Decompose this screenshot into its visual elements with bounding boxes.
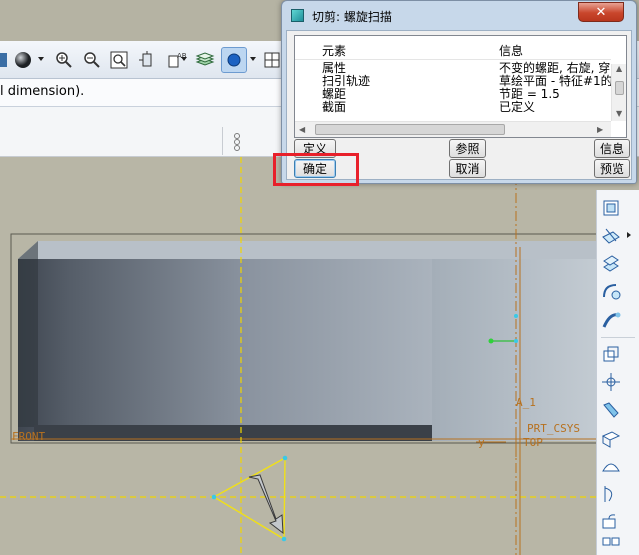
model-front-face	[18, 259, 432, 441]
model-top-face	[18, 241, 602, 259]
draft-icon[interactable]	[600, 483, 622, 505]
sash-grip-icon[interactable]	[231, 131, 243, 153]
display-style-icon[interactable]	[221, 47, 247, 73]
direction-arrow-icon	[248, 474, 284, 535]
extrude-icon[interactable]	[600, 253, 622, 275]
shading-icon[interactable]	[13, 49, 33, 71]
dialog-titlebar[interactable]: 切剪: 螺旋扫描 ✕	[282, 1, 636, 31]
element-name: 截面	[322, 100, 347, 114]
scroll-up-icon[interactable]: ▲	[616, 64, 622, 73]
zoom-out-icon[interactable]	[82, 49, 102, 71]
toolbar-left-edge-icon[interactable]	[0, 49, 8, 71]
scroll-left-icon[interactable]: ◀	[299, 125, 305, 134]
refit-icon[interactable]	[109, 49, 129, 71]
element-list[interactable]: 元素 信息 属性 不变的螺距, 右旋, 穿 扫引轨迹 草绘平面 - 特征#1的 …	[294, 35, 627, 138]
shading-dropdown-icon[interactable]	[38, 57, 44, 61]
column-header-element[interactable]: 元素	[322, 42, 346, 59]
horizontal-scrollbar[interactable]: ◀ ▶	[295, 121, 611, 137]
pattern-icon[interactable]	[600, 536, 622, 555]
vertical-scrollbar[interactable]: ▲ ▼	[611, 64, 626, 121]
scroll-right-icon[interactable]: ▶	[597, 125, 603, 134]
scroll-down-icon[interactable]: ▼	[616, 109, 622, 118]
graphics-viewport[interactable]: FRONT A_1 PRT_CSYS TOP y	[0, 157, 639, 555]
datum-axis-icon[interactable]	[600, 371, 622, 393]
close-icon: ✕	[595, 4, 607, 20]
axis-label: A_1	[516, 396, 536, 409]
display-style-dropdown-icon[interactable]	[250, 57, 256, 61]
dialog-title: 切剪: 螺旋扫描	[312, 10, 392, 24]
close-button[interactable]: ✕	[578, 2, 624, 22]
csys-label: PRT_CSYS	[527, 422, 580, 435]
list-item[interactable]: 截面 已定义	[295, 101, 613, 114]
tree-divider	[222, 127, 223, 155]
sketched-plane-icon[interactable]	[600, 225, 622, 247]
rib-icon[interactable]	[600, 511, 622, 533]
sweep-icon[interactable]	[600, 309, 622, 331]
ok-button-highlight	[273, 153, 359, 186]
zoom-in-icon[interactable]	[54, 49, 74, 71]
datum-plane-icon[interactable]	[600, 197, 622, 219]
references-button[interactable]: 参照	[449, 139, 486, 158]
datum-point-icon[interactable]	[600, 399, 622, 421]
front-datum-label: FRONT	[12, 430, 46, 443]
cancel-button[interactable]: 取消	[449, 159, 486, 178]
blend-icon[interactable]	[600, 343, 622, 365]
view-dropdown-icon[interactable]	[181, 57, 187, 61]
column-header-info[interactable]: 信息	[499, 42, 523, 59]
model-view	[0, 157, 610, 555]
message-text: l dimension).	[0, 84, 85, 99]
revolve-icon[interactable]	[600, 281, 622, 303]
dialog-app-icon	[291, 9, 304, 22]
shell-icon[interactable]	[600, 455, 622, 477]
round-icon[interactable]	[600, 427, 622, 449]
feature-toolbar	[596, 190, 639, 555]
layers-icon[interactable]	[194, 49, 216, 71]
preview-button[interactable]: 预览	[594, 159, 630, 178]
datum-display-icon[interactable]	[263, 49, 281, 71]
green-sketch-point	[488, 338, 494, 344]
y-axis-label: y	[478, 436, 485, 449]
horizontal-scroll-thumb[interactable]	[315, 124, 505, 135]
orient-icon[interactable]	[137, 49, 157, 71]
top-datum-label: TOP	[523, 436, 543, 449]
element-info: 已定义	[499, 100, 536, 114]
toolbar-flyout-icon[interactable]	[627, 232, 631, 238]
vertical-scroll-thumb[interactable]	[615, 81, 624, 95]
info-button[interactable]: 信息	[594, 139, 630, 158]
